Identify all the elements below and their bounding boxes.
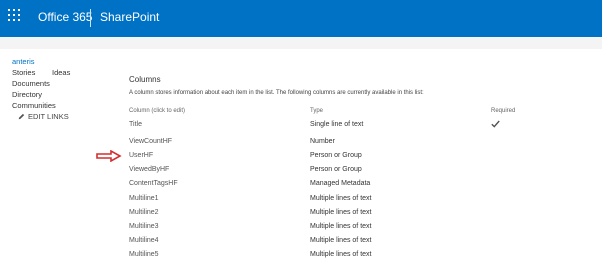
- column-type: Person or Group: [310, 166, 362, 173]
- column-name-link[interactable]: Multiline4: [129, 236, 159, 246]
- column-row: ViewedByHF Person or Group: [129, 165, 549, 179]
- column-row: Multiline1 Multiple lines of text: [129, 194, 549, 208]
- suite-bar-divider: [90, 9, 91, 27]
- column-name-link[interactable]: Multiline5: [129, 250, 159, 260]
- column-type: Person or Group: [310, 152, 362, 159]
- column-name-link[interactable]: UserHF: [129, 151, 153, 161]
- column-name-link[interactable]: ViewedByHF: [129, 165, 169, 175]
- column-type: Multiple lines of text: [310, 223, 372, 230]
- column-name-link[interactable]: Multiline2: [129, 208, 159, 218]
- checkmark-icon: [491, 120, 500, 132]
- pencil-icon: [18, 113, 25, 120]
- column-type: Single line of text: [310, 121, 364, 128]
- column-row: Multiline5 Multiple lines of text: [129, 250, 549, 264]
- edit-links-label: EDIT LINKS: [28, 112, 69, 121]
- column-row: ViewCountHF Number: [129, 137, 549, 151]
- nav-item-anteris[interactable]: anteris: [12, 56, 35, 67]
- office365-brand[interactable]: Office 365: [38, 10, 92, 24]
- column-name-link[interactable]: Title: [129, 120, 142, 130]
- column-row: Multiline3 Multiple lines of text: [129, 222, 549, 236]
- section-title: Columns: [129, 75, 161, 84]
- column-name-link[interactable]: ViewCountHF: [129, 137, 172, 147]
- sharepoint-app-link[interactable]: SharePoint: [100, 10, 159, 24]
- column-row: ContentTagsHF Managed Metadata: [129, 179, 549, 193]
- nav-item-stories[interactable]: Stories: [12, 67, 35, 78]
- column-header-name: Column (click to edit): [129, 108, 186, 114]
- column-row: Multiline4 Multiple lines of text: [129, 236, 549, 250]
- edit-links-button[interactable]: EDIT LINKS: [18, 111, 69, 122]
- nav-item-ideas[interactable]: Ideas: [52, 67, 70, 78]
- column-header-type: Type: [310, 108, 324, 114]
- column-type: Multiple lines of text: [310, 251, 372, 258]
- ribbon-strip: [0, 37, 602, 49]
- column-row: Multiline2 Multiple lines of text: [129, 208, 549, 222]
- suite-bar: Office 365 SharePoint: [0, 0, 602, 37]
- column-type: Multiple lines of text: [310, 237, 372, 244]
- nav-item-documents[interactable]: Documents: [12, 78, 50, 89]
- column-type: Multiple lines of text: [310, 209, 372, 216]
- red-arrow-icon: [96, 150, 122, 162]
- column-name-link[interactable]: Multiline1: [129, 194, 159, 204]
- section-description: A column stores information about each i…: [129, 90, 424, 96]
- column-header-required: Required: [491, 108, 516, 114]
- column-type: Multiple lines of text: [310, 195, 372, 202]
- column-name-link[interactable]: Multiline3: [129, 222, 159, 232]
- nav-item-directory[interactable]: Directory: [12, 89, 42, 100]
- column-type: Number: [310, 138, 335, 145]
- column-name-link[interactable]: ContentTagsHF: [129, 179, 178, 189]
- column-row: Title Single line of text: [129, 120, 549, 134]
- nav-item-communities[interactable]: Communities: [12, 100, 56, 111]
- column-row-highlighted: UserHF Person or Group: [129, 151, 549, 165]
- app-launcher-icon[interactable]: [8, 9, 22, 23]
- column-type: Managed Metadata: [310, 180, 371, 187]
